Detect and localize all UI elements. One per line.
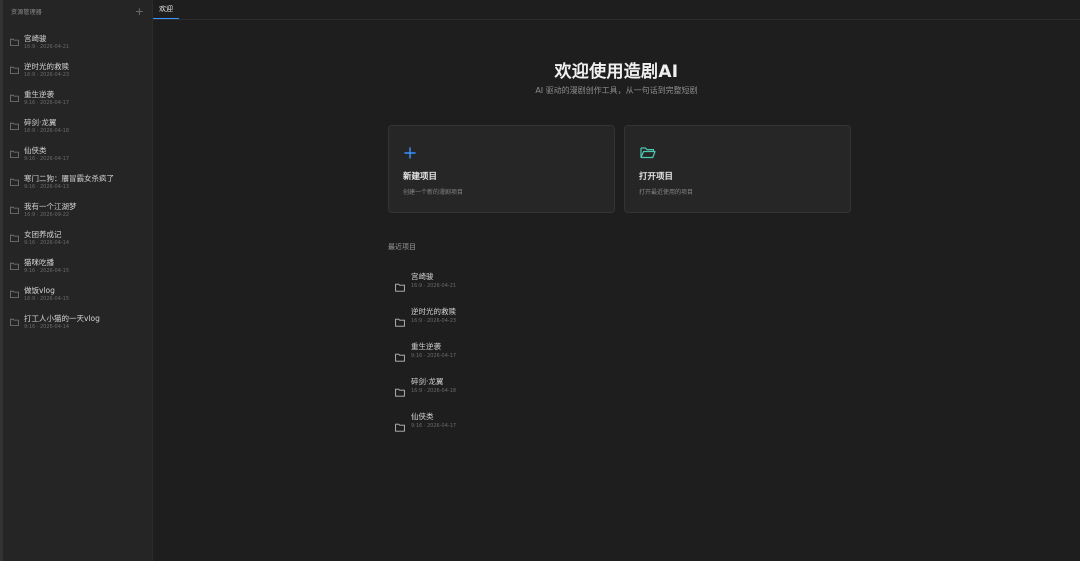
project-name: 碎剑·龙翼 [24, 118, 57, 127]
sidebar-item-project[interactable]: 打工人小猫的一天vlog 9:16 · 2026-04-14 [3, 308, 152, 336]
tab-welcome[interactable]: 欢迎 [153, 0, 179, 19]
project-name: 仙侠类 [411, 412, 434, 421]
folder-icon [10, 150, 19, 158]
tab-bar: 欢迎 [153, 0, 1080, 20]
project-meta: 16:9 · 2026-04-15 [24, 296, 70, 302]
sidebar-item-project[interactable]: 女团养成记 9:16 · 2026-04-14 [3, 224, 152, 252]
new-project-button[interactable]: 新建项目 创建一个新的漫剧项目 [388, 125, 615, 213]
project-name: 我有一个江湖梦 [24, 202, 77, 211]
project-meta: 9:16 · 2026-04-17 [411, 353, 457, 359]
project-name: 重生逆袭 [24, 90, 54, 99]
sidebar-item-project[interactable]: 寒门二狗：餍冒霸女杀疯了 9:16 · 2026-04-13 [3, 168, 152, 196]
project-meta: 16:9 · 2026-04-18 [411, 388, 457, 394]
recent-projects-heading: 最近项目 [388, 243, 416, 251]
sidebar-item-project[interactable]: 仙侠类 9:16 · 2026-04-17 [3, 140, 152, 168]
folder-icon [10, 66, 19, 74]
editor-area: 欢迎 欢迎使用造剧AI AI 驱动的漫剧创作工具，从一句话到完整短剧 新建项目 … [153, 0, 1080, 561]
sidebar-item-project[interactable]: 碎剑·龙翼 16:9 · 2026-04-18 [3, 112, 152, 140]
folder-icon [395, 347, 405, 362]
project-meta: 9:16 · 2026-04-13 [24, 184, 70, 190]
recent-project-item[interactable]: 逆时光的救赎 16:9 · 2026-04-23 [395, 298, 456, 333]
project-name: 仙侠类 [24, 146, 47, 155]
sidebar-item-project[interactable]: 猫咪吃播 9:16 · 2026-04-15 [3, 252, 152, 280]
project-meta: 9:16 · 2026-04-17 [411, 423, 457, 429]
project-name: 做饭vlog [24, 286, 55, 295]
project-name: 打工人小猫的一天vlog [24, 314, 100, 323]
plus-icon [404, 144, 416, 163]
folder-icon [10, 38, 19, 46]
project-meta: 9:16 · 2026-04-17 [24, 156, 70, 162]
project-meta: 16:9 · 2026-09-22 [24, 212, 70, 218]
project-meta: 9:16 · 2026-04-14 [24, 240, 70, 246]
folder-icon [395, 417, 405, 432]
sidebar-header: 资源管理器 + [3, 0, 152, 22]
project-meta: 16:9 · 2026-04-23 [24, 72, 70, 78]
project-name: 寒门二狗：餍冒霸女杀疯了 [24, 174, 114, 183]
project-meta: 9:16 · 2026-04-17 [24, 100, 70, 106]
recent-project-item[interactable]: 仙侠类 9:16 · 2026-04-17 [395, 403, 456, 438]
card-title: 打开项目 [639, 172, 674, 182]
folder-icon [10, 262, 19, 270]
plus-icon[interactable]: + [135, 6, 144, 17]
project-meta: 16:9 · 2026-04-23 [411, 318, 457, 324]
recent-projects-list: 宫崎骏 16:9 · 2026-04-21 逆时光的救赎 16:9 · 2026-0… [395, 263, 456, 438]
explorer-sidebar: 资源管理器 + 宫崎骏 16:9 · 2026-04-21 逆时光的救赎 16:9 … [0, 0, 153, 561]
recent-project-item[interactable]: 宫崎骏 16:9 · 2026-04-21 [395, 263, 456, 298]
project-name: 逆时光的救赎 [24, 62, 69, 71]
project-name: 碎剑·龙翼 [411, 377, 444, 386]
folder-icon [10, 234, 19, 242]
project-name: 重生逆袭 [411, 342, 441, 351]
folder-icon [10, 122, 19, 130]
folder-icon [10, 178, 19, 186]
folder-icon [10, 318, 19, 326]
project-name: 女团养成记 [24, 230, 62, 239]
page-title: 欢迎使用造剧AI [554, 62, 679, 82]
project-name: 逆时光的救赎 [411, 307, 456, 316]
project-meta: 9:16 · 2026-04-15 [24, 268, 70, 274]
folder-icon [10, 206, 19, 214]
project-list: 宫崎骏 16:9 · 2026-04-21 逆时光的救赎 16:9 · 2026-0… [3, 28, 152, 336]
app-window: 资源管理器 + 宫崎骏 16:9 · 2026-04-21 逆时光的救赎 16:9 … [0, 0, 1080, 561]
folder-icon [395, 277, 405, 292]
sidebar-item-project[interactable]: 重生逆袭 9:16 · 2026-04-17 [3, 84, 152, 112]
project-meta: 9:16 · 2026-04-14 [24, 324, 70, 330]
recent-project-item[interactable]: 碎剑·龙翼 16:9 · 2026-04-18 [395, 368, 456, 403]
folder-icon [10, 290, 19, 298]
project-meta: 16:9 · 2026-04-18 [24, 128, 70, 134]
project-meta: 16:9 · 2026-04-21 [24, 44, 70, 50]
project-name: 宫崎骏 [411, 272, 434, 281]
folder-icon [10, 94, 19, 102]
sidebar-item-project[interactable]: 我有一个江湖梦 16:9 · 2026-09-22 [3, 196, 152, 224]
folder-open-icon [640, 144, 656, 163]
sidebar-item-project[interactable]: 宫崎骏 16:9 · 2026-04-21 [3, 28, 152, 56]
recent-project-item[interactable]: 重生逆袭 9:16 · 2026-04-17 [395, 333, 456, 368]
project-name: 宫崎骏 [24, 34, 47, 43]
sidebar-title: 资源管理器 [11, 8, 43, 16]
folder-icon [395, 382, 405, 397]
card-description: 创建一个新的漫剧项目 [403, 189, 464, 196]
card-description: 打开最近使用的项目 [639, 189, 694, 196]
card-title: 新建项目 [403, 172, 438, 182]
open-project-button[interactable]: 打开项目 打开最近使用的项目 [624, 125, 851, 213]
sidebar-item-project[interactable]: 逆时光的救赎 16:9 · 2026-04-23 [3, 56, 152, 84]
folder-icon [395, 312, 405, 327]
project-meta: 16:9 · 2026-04-21 [411, 283, 457, 289]
page-subtitle: AI 驱动的漫剧创作工具，从一句话到完整短剧 [535, 86, 698, 95]
sidebar-item-project[interactable]: 做饭vlog 16:9 · 2026-04-15 [3, 280, 152, 308]
project-name: 猫咪吃播 [24, 258, 54, 267]
